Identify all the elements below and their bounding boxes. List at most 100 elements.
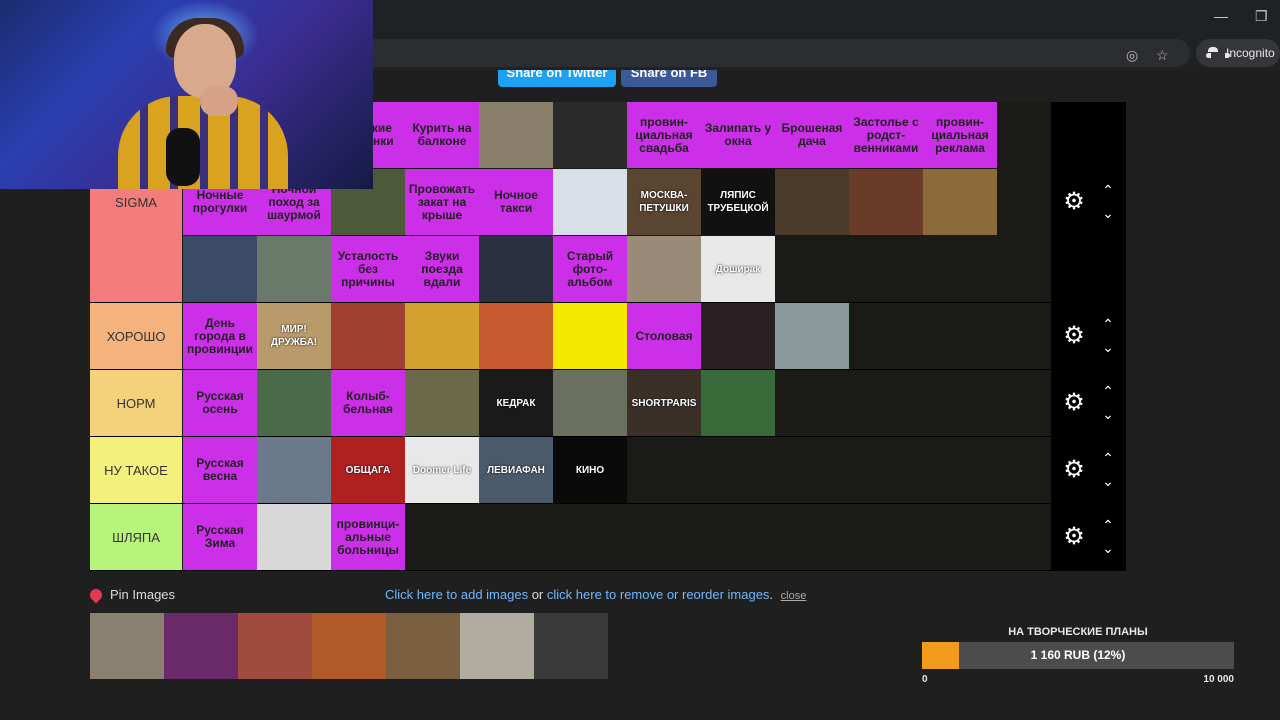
text-tile[interactable]: провинци-альные больницы bbox=[331, 504, 405, 570]
shortparis-image[interactable]: SHORTPARIS bbox=[627, 370, 701, 436]
tier-label[interactable]: НУ ТАКОЕ bbox=[90, 437, 182, 503]
soldier-image[interactable] bbox=[553, 370, 627, 436]
move-up-icon[interactable]: ⌃ bbox=[1099, 384, 1117, 398]
move-down-icon[interactable]: ⌄ bbox=[1099, 474, 1117, 488]
move-up-icon[interactable]: ⌃ bbox=[1099, 183, 1117, 197]
doshirak-image[interactable]: Доширак bbox=[701, 236, 775, 302]
doomer-life-image[interactable]: Doomer Life bbox=[405, 437, 479, 503]
text-tile[interactable]: Старый фото-альбом bbox=[553, 236, 627, 302]
jp-logo-image[interactable] bbox=[701, 303, 775, 369]
donation-min: 0 bbox=[922, 674, 928, 685]
tier-label[interactable]: НОРМ bbox=[90, 370, 182, 436]
gear-icon[interactable]: ⚙ bbox=[1061, 523, 1087, 550]
concrete-stairs-image[interactable] bbox=[460, 613, 534, 679]
cam-person-hand bbox=[200, 86, 238, 116]
move-up-icon[interactable]: ⌃ bbox=[1099, 451, 1117, 465]
gear-icon[interactable]: ⚙ bbox=[1061, 389, 1087, 416]
bearded-man-image[interactable] bbox=[849, 169, 923, 235]
night-lamp-image[interactable] bbox=[479, 236, 553, 302]
tile-caption: ЛЯПИС ТРУБЕЦКОЙ bbox=[707, 190, 769, 214]
moskva-petushki-image[interactable]: МОСКВА-ПЕТУШКИ bbox=[627, 169, 701, 235]
pin-icon bbox=[87, 586, 105, 604]
tea-lemon-image[interactable] bbox=[923, 169, 997, 235]
tile-caption: Doomer Life bbox=[412, 464, 472, 476]
train-window-image[interactable] bbox=[775, 169, 849, 235]
microphone bbox=[166, 128, 200, 186]
tile-caption: МИР! ДРУЖБА! bbox=[270, 324, 318, 348]
text-tile[interactable]: Застолье с родст-венниками bbox=[849, 102, 923, 168]
incognito-button[interactable]: Incognito bbox=[1196, 39, 1280, 67]
leviafan-image[interactable]: ЛЕВИАФАН bbox=[479, 437, 553, 503]
tower-block-sketch-image[interactable] bbox=[257, 504, 331, 570]
carpet-image[interactable] bbox=[312, 613, 386, 679]
donation-title: НА ТВОРЧЕСКИЕ ПЛАНЫ bbox=[1008, 626, 1148, 638]
tier-controls: ⚙ ⌃ ⌄ bbox=[1051, 504, 1126, 571]
text-tile[interactable]: провин-циальная свадьба bbox=[627, 102, 701, 168]
family-room-image[interactable] bbox=[405, 370, 479, 436]
coin-jar-image[interactable] bbox=[534, 613, 608, 679]
move-down-icon[interactable]: ⌄ bbox=[1099, 407, 1117, 421]
vk-dog-logo-image[interactable] bbox=[553, 169, 627, 235]
lenin-statue-image[interactable] bbox=[257, 437, 331, 503]
cat-image[interactable] bbox=[627, 236, 701, 302]
lyapis-trubetskoy-image[interactable]: ЛЯПИС ТРУБЕЦКОЙ bbox=[701, 169, 775, 235]
close-link[interactable]: close bbox=[781, 590, 807, 602]
image-actions: Click here to add images or click here t… bbox=[385, 587, 806, 602]
move-down-icon[interactable]: ⌄ bbox=[1099, 340, 1117, 354]
psychedelic-face-image[interactable] bbox=[257, 370, 331, 436]
gear-icon[interactable]: ⚙ bbox=[1061, 188, 1087, 215]
share-facebook-button[interactable]: Share on FB bbox=[621, 70, 717, 87]
tier-label[interactable]: ХОРОШО bbox=[90, 303, 182, 369]
old-car-poster-image[interactable] bbox=[331, 303, 405, 369]
kino-logo-image[interactable]: КИНО bbox=[553, 437, 627, 503]
yellow-bus-image[interactable] bbox=[405, 303, 479, 369]
add-images-link[interactable]: Click here to add images bbox=[385, 587, 528, 602]
green-stairs-image[interactable] bbox=[701, 370, 775, 436]
tier-label[interactable]: ШЛЯПА bbox=[90, 504, 182, 570]
star-icon[interactable]: ☆ bbox=[1156, 47, 1169, 64]
text-tile[interactable]: Брошеная дача bbox=[775, 102, 849, 168]
text-tile[interactable]: Колыб-бельная bbox=[331, 370, 405, 436]
kedr-album-image[interactable]: КЕДРАК bbox=[479, 370, 553, 436]
text-tile[interactable]: Русская Зима bbox=[183, 504, 257, 570]
text-tile[interactable]: Залипать у окна bbox=[701, 102, 775, 168]
gear-icon[interactable]: ⚙ bbox=[1061, 322, 1087, 349]
text-tile[interactable]: Звуки поезда вдали bbox=[405, 236, 479, 302]
screen: — ❐ ◎ ☆ Incognito Share on Twitter Share… bbox=[0, 0, 1280, 720]
eye-off-icon[interactable]: ◎ bbox=[1126, 47, 1138, 64]
text-tile[interactable]: Ночное такси bbox=[479, 169, 553, 235]
text-tile[interactable]: Усталость без причины bbox=[331, 236, 405, 302]
text-tile[interactable]: Столовая bbox=[627, 303, 701, 369]
text-tile[interactable]: Провожать закат на крыше bbox=[405, 169, 479, 235]
share-twitter-button[interactable]: Share on Twitter bbox=[498, 70, 616, 87]
move-up-icon[interactable]: ⌃ bbox=[1099, 518, 1117, 532]
tier-items: Русская осень Колыб-бельная КЕДРАК SHORTPAR… bbox=[183, 370, 1051, 436]
two-boys-image[interactable] bbox=[479, 303, 553, 369]
text-tile[interactable]: День города в провинции bbox=[183, 303, 257, 369]
panel-houses-image[interactable] bbox=[183, 236, 257, 302]
move-down-icon[interactable]: ⌄ bbox=[1099, 206, 1117, 220]
broken-chair-image[interactable] bbox=[90, 613, 164, 679]
icons-shelf-image[interactable] bbox=[386, 613, 460, 679]
kiosk-image[interactable] bbox=[257, 236, 331, 302]
text-tile[interactable]: Русская весна bbox=[183, 437, 257, 503]
text-tile[interactable]: Курить на балконе bbox=[405, 102, 479, 168]
yellow-sign-image[interactable] bbox=[553, 303, 627, 369]
minimize-icon[interactable]: — bbox=[1214, 8, 1228, 24]
album-portrait-image[interactable] bbox=[553, 102, 627, 168]
red-garage-image[interactable] bbox=[238, 613, 312, 679]
move-up-icon[interactable]: ⌃ bbox=[1099, 317, 1117, 331]
mir-druzhba-poster-image[interactable]: МИР! ДРУЖБА! bbox=[257, 303, 331, 369]
move-down-icon[interactable]: ⌄ bbox=[1099, 541, 1117, 555]
text-tile[interactable]: провин-циальная реклама bbox=[923, 102, 997, 168]
gear-icon[interactable]: ⚙ bbox=[1061, 456, 1087, 483]
obshchaga-image[interactable]: ОБЩАГА bbox=[331, 437, 405, 503]
neon-poster-image[interactable] bbox=[164, 613, 238, 679]
text-tile[interactable]: Русская осень bbox=[183, 370, 257, 436]
tier-row: НОРМ Русская осень Колыб-бельная КЕДРАК SHOR… bbox=[90, 370, 1126, 437]
restore-icon[interactable]: ❐ bbox=[1255, 8, 1268, 25]
volga-car-image[interactable] bbox=[775, 303, 849, 369]
snowy-railway-image[interactable] bbox=[479, 102, 553, 168]
remove-reorder-link[interactable]: click here to remove or reorder images bbox=[547, 587, 770, 602]
tier-items: Русская весна ОБЩАГА Doomer Life ЛЕВИАФАН КИ… bbox=[183, 437, 1051, 503]
